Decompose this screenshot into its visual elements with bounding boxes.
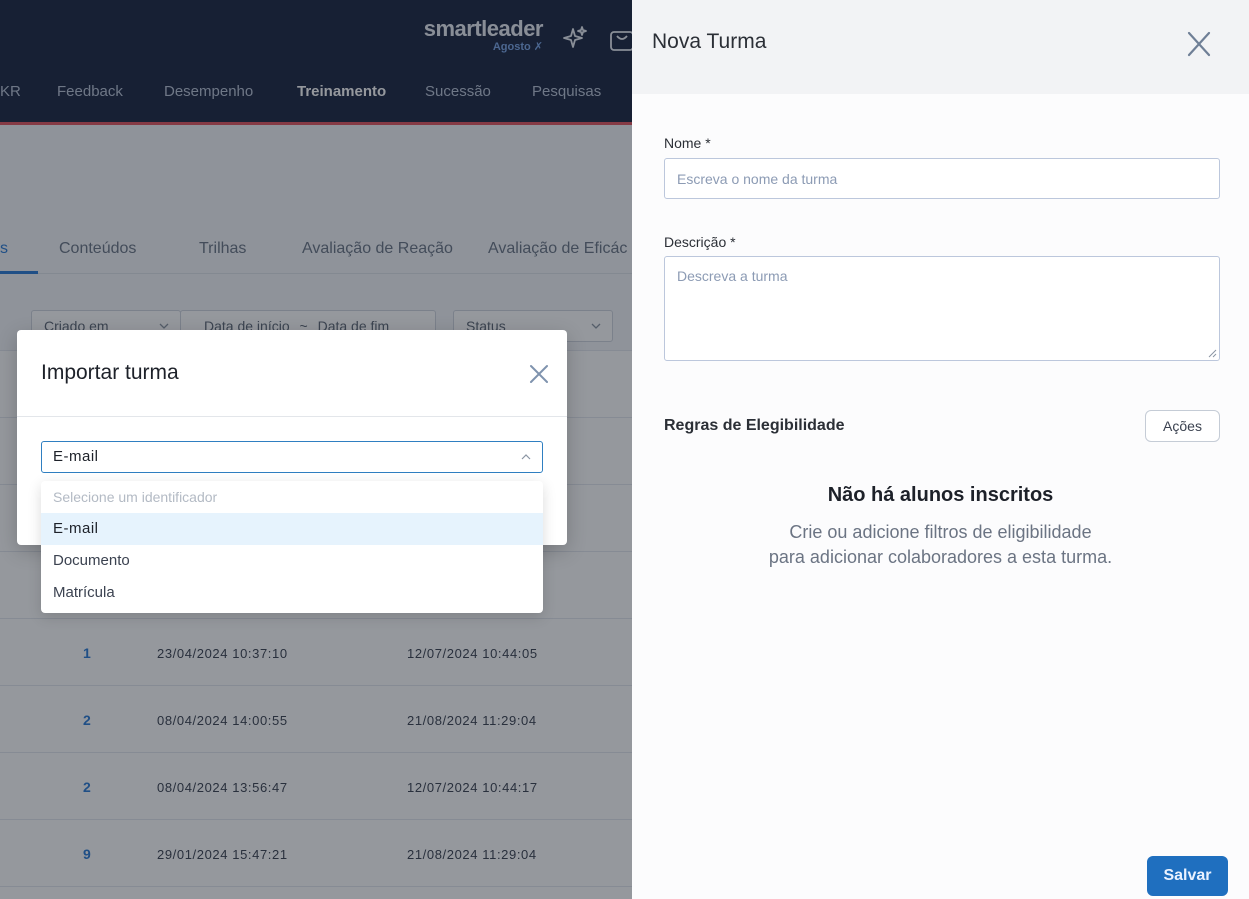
empty-state-line-1: Crie ou adicione filtros de eligibilidad… <box>789 522 1092 542</box>
identifier-select-value: E-mail <box>53 448 99 465</box>
resize-handle-icon[interactable] <box>1207 348 1217 358</box>
empty-state-line-2: para adicionar colaboradores a esta turm… <box>768 547 1113 567</box>
eligibility-rules-title: Regras de Elegibilidade <box>664 417 845 434</box>
option-registration[interactable]: Matrícula <box>41 577 543 609</box>
new-class-drawer: Nova Turma Nome * Escreva o nome da turm… <box>632 0 1249 899</box>
option-email[interactable]: E-mail <box>41 513 543 545</box>
option-document[interactable]: Documento <box>41 545 543 577</box>
name-input[interactable]: Escreva o nome da turma <box>664 158 1220 199</box>
actions-button[interactable]: Ações <box>1145 410 1220 442</box>
option-placeholder: Selecione um identificador <box>53 489 218 505</box>
modal-divider <box>17 416 567 417</box>
identifier-select[interactable]: E-mail <box>41 441 543 473</box>
description-placeholder: Descreva a turma <box>677 268 788 284</box>
identifier-dropdown: Selecione um identificador E-mail Docume… <box>41 481 543 613</box>
name-input-placeholder: Escreva o nome da turma <box>677 171 838 187</box>
description-textarea[interactable]: Descreva a turma <box>664 256 1220 361</box>
close-icon[interactable] <box>1184 30 1214 58</box>
name-label: Nome * <box>664 135 711 151</box>
chevron-up-icon <box>521 454 531 460</box>
description-label: Descrição * <box>664 234 736 250</box>
empty-state-text: Crie ou adicione filtros de eligibilidad… <box>632 520 1249 570</box>
empty-state-title: Não há alunos inscritos <box>827 484 1054 506</box>
drawer-title: Nova Turma <box>652 30 767 53</box>
close-icon[interactable] <box>527 362 551 386</box>
save-button[interactable]: Salvar <box>1147 856 1228 896</box>
modal-title: Importar turma <box>41 361 179 384</box>
drawer-header: Nova Turma <box>632 0 1249 94</box>
